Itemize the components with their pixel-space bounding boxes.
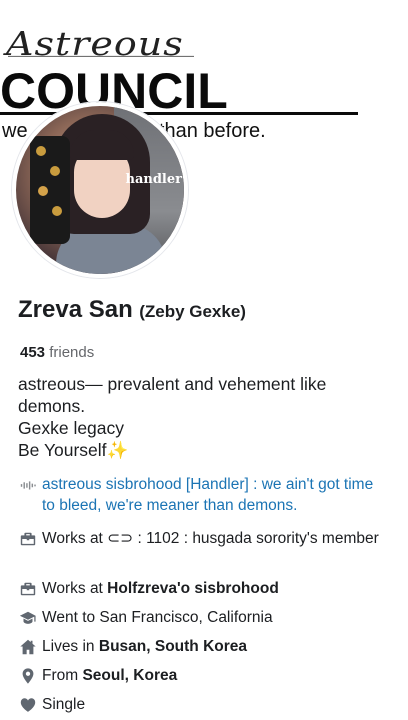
work-1-prefix: Works at bbox=[42, 530, 108, 547]
bio-line-4: Be Yourself✨ bbox=[18, 439, 398, 461]
detail-work-1: Works at ⊂⊃ : 1102 : husgada sorority's … bbox=[18, 528, 390, 549]
detail-lives-in: Lives in Busan, South Korea bbox=[18, 636, 390, 657]
detail-from: From Seoul, Korea bbox=[18, 665, 390, 686]
work-2-value[interactable]: Holfzreva'o sisbrohood bbox=[107, 580, 279, 597]
avatar-sign-text: handler bbox=[125, 172, 182, 187]
work-2-prefix: Works at bbox=[42, 580, 108, 597]
detail-sisbrohood-link[interactable]: astreous sisbrohood [Handler] : we ain't… bbox=[18, 474, 390, 516]
profile-name: Zreva San bbox=[18, 296, 133, 323]
home-icon bbox=[18, 637, 38, 657]
relationship-text: Single bbox=[42, 696, 86, 713]
briefcase-icon bbox=[18, 579, 38, 599]
detail-work-2: Works at Holfzreva'o sisbrohood bbox=[18, 578, 390, 599]
bio-line-4-text: Be Yourself bbox=[18, 440, 107, 460]
from-value[interactable]: Seoul, Korea bbox=[82, 667, 177, 684]
cover-tagline-left: we bbox=[2, 120, 28, 142]
detail-relationship: Single bbox=[18, 694, 390, 715]
work-1-value[interactable]: ⊂⊃ : 1102 : husgada sorority's member bbox=[107, 530, 379, 547]
profile-bio: astreous— prevalent and vehement like de… bbox=[18, 373, 398, 461]
bio-line-1: astreous— prevalent and vehement like bbox=[18, 374, 327, 394]
from-prefix: From bbox=[42, 667, 83, 684]
heart-icon bbox=[18, 695, 38, 715]
phone-image bbox=[30, 136, 70, 244]
location-pin-icon bbox=[18, 666, 38, 686]
education-text: Went to San Francisco, California bbox=[42, 609, 273, 626]
link-text[interactable]: astreous sisbrohood [Handler] : we ain't… bbox=[42, 474, 390, 516]
profile-avatar[interactable]: handler bbox=[12, 102, 188, 278]
cover-script-text: Astreous bbox=[6, 25, 194, 63]
lives-prefix: Lives in bbox=[42, 638, 99, 655]
lives-value[interactable]: Busan, South Korea bbox=[99, 638, 247, 655]
profile-name-row: Zreva San (Zeby Gexke) bbox=[18, 296, 246, 324]
sparkle-icon: ✨ bbox=[106, 440, 129, 460]
briefcase-icon bbox=[18, 529, 38, 549]
bio-line-2: demons. bbox=[18, 396, 86, 416]
friends-count[interactable]: 453 friends bbox=[20, 344, 94, 361]
bio-line-3: Gexke legacy bbox=[18, 418, 125, 438]
friends-number: 453 bbox=[20, 344, 46, 361]
detail-education: Went to San Francisco, California bbox=[18, 607, 390, 628]
soundwave-icon bbox=[18, 475, 38, 495]
friends-label: friends bbox=[49, 344, 95, 361]
profile-alt-name: (Zeby Gexke) bbox=[139, 302, 246, 321]
graduation-cap-icon bbox=[18, 608, 38, 628]
